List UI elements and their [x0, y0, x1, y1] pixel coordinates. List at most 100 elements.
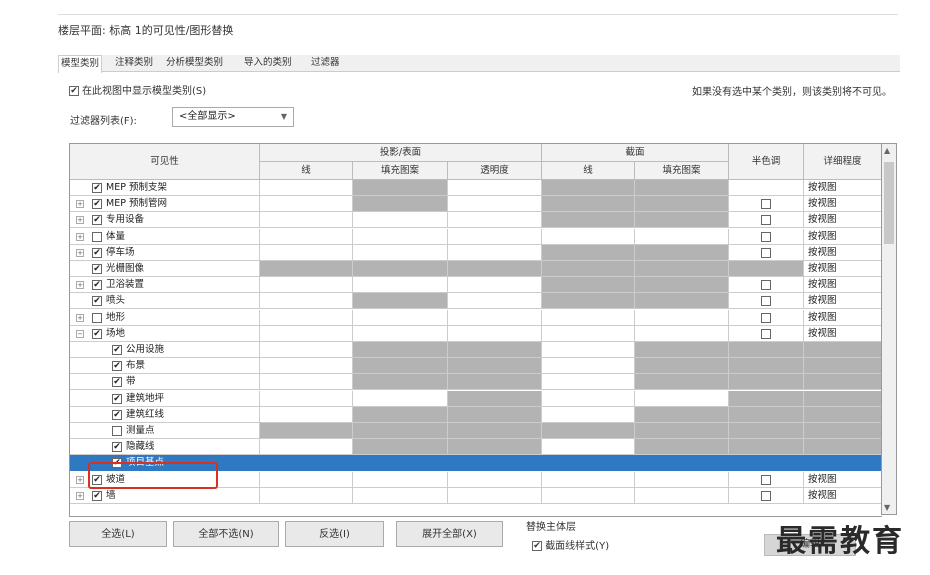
category-row[interactable]: ✔ MEP 预制支架 按视图: [70, 180, 882, 196]
category-row[interactable]: ✔ 光栅图像 按视图: [70, 261, 882, 277]
expand-all-button[interactable]: 展开全部(X): [396, 521, 503, 547]
projection-line-cell[interactable]: [260, 406, 353, 423]
expand-icon[interactable]: +: [76, 248, 84, 257]
category-name-cell[interactable]: + ✔ 停车场: [70, 244, 260, 261]
category-row[interactable]: ✔ 喷头 按视图: [70, 293, 882, 310]
projection-line-cell[interactable]: [260, 374, 353, 391]
cut-fill-cell[interactable]: [635, 244, 729, 261]
header-halftone[interactable]: 半色调: [729, 144, 804, 180]
category-visibility-checkbox[interactable]: ✔: [92, 247, 102, 258]
projection-fill-cell[interactable]: [353, 325, 448, 342]
projection-line-cell[interactable]: [260, 180, 353, 196]
header-proj-line[interactable]: 线: [260, 162, 353, 180]
cut-fill-cell[interactable]: [635, 439, 729, 456]
scroll-down-icon[interactable]: ▼: [884, 503, 890, 512]
projection-transparency-cell[interactable]: [448, 487, 542, 504]
show-model-categories-checkbox[interactable]: ✔: [69, 86, 79, 96]
halftone-cell[interactable]: [729, 228, 804, 245]
cut-line-cell[interactable]: [542, 180, 635, 196]
category-row[interactable]: + ✔ 专用设备 按视图: [70, 212, 882, 229]
projection-line-cell[interactable]: [260, 293, 353, 310]
cut-line-cell[interactable]: [542, 455, 635, 472]
category-visibility-checkbox[interactable]: ✔: [92, 215, 102, 226]
halftone-cell[interactable]: [729, 471, 804, 488]
cut-line-cell[interactable]: [542, 439, 635, 456]
projection-line-cell[interactable]: [260, 196, 353, 213]
projection-line-cell[interactable]: [260, 423, 353, 439]
detail-level-cell[interactable]: 按视图: [804, 196, 882, 213]
halftone-cell[interactable]: [729, 487, 804, 504]
cut-line-cell[interactable]: [542, 309, 635, 326]
cut-line-cell[interactable]: [542, 261, 635, 277]
projection-transparency-cell[interactable]: [448, 325, 542, 342]
projection-fill-cell[interactable]: [353, 471, 448, 488]
projection-line-cell[interactable]: [260, 471, 353, 488]
category-name-cell[interactable]: 测量点: [70, 423, 260, 439]
projection-line-cell[interactable]: [260, 487, 353, 504]
expand-icon[interactable]: +: [76, 313, 84, 322]
category-row[interactable]: + ✔ 停车场 按视图: [70, 244, 882, 261]
category-name-cell[interactable]: ✔ 公用设施: [70, 342, 260, 358]
projection-line-cell[interactable]: [260, 261, 353, 277]
tab-filters[interactable]: 过滤器: [311, 55, 340, 71]
cut-fill-cell[interactable]: [635, 390, 729, 407]
projection-fill-cell[interactable]: [353, 212, 448, 229]
category-name-cell[interactable]: ✔ 布景: [70, 358, 260, 375]
detail-level-cell[interactable]: [804, 406, 882, 423]
cut-line-cell[interactable]: [542, 471, 635, 488]
detail-level-cell[interactable]: 按视图: [804, 487, 882, 504]
projection-fill-cell[interactable]: [353, 423, 448, 439]
halftone-cell[interactable]: [729, 261, 804, 277]
projection-fill-cell[interactable]: [353, 309, 448, 326]
category-row[interactable]: ✔ 布景: [70, 358, 882, 375]
halftone-cell[interactable]: [729, 309, 804, 326]
projection-fill-cell[interactable]: [353, 406, 448, 423]
halftone-cell[interactable]: [729, 374, 804, 391]
cut-line-cell[interactable]: [542, 293, 635, 310]
cut-fill-cell[interactable]: [635, 455, 729, 472]
projection-line-cell[interactable]: [260, 439, 353, 456]
category-visibility-checkbox[interactable]: ✔: [112, 361, 122, 372]
detail-level-cell[interactable]: 按视图: [804, 228, 882, 245]
detail-level-cell[interactable]: 按视图: [804, 293, 882, 310]
detail-level-cell[interactable]: 按视图: [804, 277, 882, 294]
projection-transparency-cell[interactable]: [448, 439, 542, 456]
category-name-cell[interactable]: + 地形: [70, 309, 260, 326]
halftone-cell[interactable]: [729, 358, 804, 375]
category-visibility-checkbox[interactable]: ✔: [92, 490, 102, 501]
detail-level-cell[interactable]: [804, 358, 882, 375]
expand-icon[interactable]: +: [76, 491, 84, 500]
category-visibility-checkbox[interactable]: ✔: [112, 442, 122, 453]
projection-line-cell[interactable]: [260, 277, 353, 294]
halftone-cell[interactable]: [729, 325, 804, 342]
scrollbar-thumb[interactable]: [884, 162, 894, 244]
category-name-cell[interactable]: + ✔ MEP 预制管网: [70, 196, 260, 213]
invert-selection-button[interactable]: 反选(I): [285, 521, 384, 547]
category-row[interactable]: ✔ 建筑地坪: [70, 390, 882, 407]
header-proj-fill[interactable]: 填充图案: [353, 162, 448, 180]
projection-line-cell[interactable]: [260, 309, 353, 326]
scroll-up-icon[interactable]: ▲: [884, 146, 890, 155]
projection-fill-cell[interactable]: [353, 487, 448, 504]
cut-line-styles-row[interactable]: ✔ 截面线样式(Y): [532, 537, 609, 552]
projection-fill-cell[interactable]: [353, 390, 448, 407]
projection-transparency-cell[interactable]: [448, 471, 542, 488]
category-row[interactable]: ✔ 公用设施: [70, 342, 882, 358]
category-row[interactable]: 测量点: [70, 423, 882, 439]
cut-fill-cell[interactable]: [635, 471, 729, 488]
category-visibility-checkbox[interactable]: ✔: [112, 409, 122, 420]
projection-line-cell[interactable]: [260, 228, 353, 245]
header-proj-transparency[interactable]: 透明度: [448, 162, 542, 180]
category-row[interactable]: + ✔ 卫浴装置 按视图: [70, 277, 882, 294]
projection-fill-cell[interactable]: [353, 244, 448, 261]
projection-transparency-cell[interactable]: [448, 244, 542, 261]
cut-line-cell[interactable]: [542, 277, 635, 294]
cut-line-cell[interactable]: [542, 406, 635, 423]
cut-line-cell[interactable]: [542, 325, 635, 342]
projection-transparency-cell[interactable]: [448, 390, 542, 407]
projection-fill-cell[interactable]: [353, 374, 448, 391]
halftone-checkbox[interactable]: [761, 280, 771, 291]
projection-fill-cell[interactable]: [353, 358, 448, 375]
category-name-cell[interactable]: + ✔ 专用设备: [70, 212, 260, 229]
projection-line-cell[interactable]: [260, 390, 353, 407]
